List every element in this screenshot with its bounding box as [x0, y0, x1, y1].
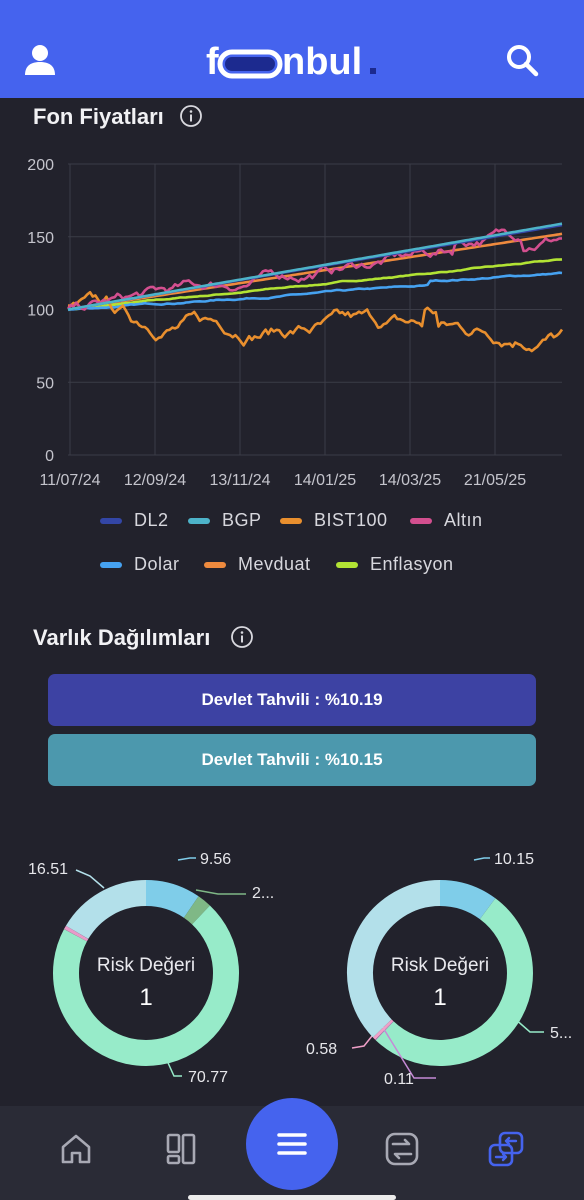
legend-label: BIST100	[314, 510, 388, 530]
legend-swatch	[336, 561, 358, 568]
legend-swatch	[100, 517, 122, 524]
x-tick-label: 21/05/25	[464, 472, 526, 489]
nav-compare-button[interactable]	[378, 1125, 426, 1173]
y-tick-label: 100	[27, 303, 54, 320]
legend-item-dolar[interactable]: Dolar	[100, 554, 180, 575]
home-icon	[61, 1134, 91, 1164]
svg-text:nbul: nbul	[282, 41, 362, 83]
fonbul-logo: f nbul	[206, 38, 378, 84]
x-tick-label: 14/03/25	[379, 472, 441, 489]
home-indicator	[188, 1195, 396, 1200]
legend-swatch	[280, 517, 302, 524]
dashboard-icon	[166, 1133, 196, 1165]
risk-donut-chart-1[interactable]: 9.56 2... 70.77 16.51 Risk Değeri 1	[0, 820, 290, 1120]
donut-label-leader	[177, 857, 196, 861]
legend-label: Altın	[444, 510, 483, 530]
search-button[interactable]	[494, 32, 550, 88]
legend-label: Dolar	[134, 554, 180, 574]
nav-dashboard-button[interactable]	[157, 1125, 205, 1173]
legend-label: Enflasyon	[370, 554, 454, 574]
profile-button[interactable]	[12, 32, 68, 88]
legend-item-altın[interactable]: Altın	[410, 510, 483, 531]
donut-segment[interactable]	[375, 898, 533, 1066]
legend-item-dl2[interactable]: DL2	[100, 510, 169, 531]
risk-title: Risk Değeri	[391, 955, 489, 976]
nav-swap-button[interactable]	[482, 1125, 530, 1173]
risk-value: 1	[139, 984, 152, 1011]
legend-item-bist100[interactable]: BIST100	[280, 510, 388, 531]
compare-icon	[385, 1132, 419, 1166]
menu-button[interactable]	[246, 1098, 338, 1190]
legend-label: Mevduat	[238, 554, 311, 574]
svg-text:f: f	[206, 41, 219, 83]
series-line-mevduat	[67, 232, 563, 311]
nav-home-button[interactable]	[52, 1125, 100, 1173]
search-icon	[507, 45, 539, 77]
donut-segment-label: 0.11	[384, 1071, 414, 1088]
y-tick-label: 0	[45, 448, 54, 465]
user-icon	[25, 45, 55, 75]
legend-label: BGP	[222, 510, 262, 530]
asset-allocation-bar-2[interactable]: Devlet Tahvili : %10.15	[48, 734, 536, 786]
donut-segment-label: 70.77	[188, 1069, 228, 1086]
legend-item-mevduat[interactable]: Mevduat	[204, 554, 311, 575]
fund-prices-title: Fon Fiyatları	[33, 104, 164, 129]
donut-segment-label: 10.15	[494, 851, 534, 868]
info-circle-icon[interactable]	[230, 625, 254, 649]
legend-label: DL2	[134, 510, 169, 530]
donut-segment[interactable]	[65, 880, 147, 940]
fund-price-chart[interactable]: 0 50 100 150 200 11/07/24 12/09/24 13/11/24 14/0…	[0, 140, 584, 500]
donut-segment[interactable]	[439, 880, 496, 920]
donut-segment-label: 2...	[252, 885, 274, 902]
x-tick-label: 13/11/24	[209, 472, 270, 489]
donut-segment-label: 5...	[550, 1025, 572, 1042]
risk-donut-chart-2[interactable]: 10.15 5... 0.11 0.58 Risk Değeri 1	[294, 820, 584, 1120]
menu-icon	[277, 1133, 307, 1155]
y-tick-label: 50	[36, 375, 54, 392]
legend-swatch	[100, 561, 122, 568]
risk-value: 1	[433, 984, 446, 1011]
donut-label-leader	[195, 889, 246, 895]
y-tick-label: 200	[27, 157, 54, 174]
series-line-dolar	[67, 271, 563, 312]
risk-title: Risk Değeri	[97, 955, 195, 976]
donut-segment-label: 0.58	[306, 1041, 337, 1058]
x-tick-label: 12/09/24	[124, 472, 186, 489]
donut-segment-label: 16.51	[28, 861, 68, 878]
legend-swatch	[188, 517, 210, 524]
chart-legend: DL2 BGP BIST100 Altın Dolar Mevduat Enflasyon	[0, 500, 584, 590]
info-circle-icon[interactable]	[179, 104, 203, 128]
donut-segment[interactable]	[145, 880, 199, 919]
asset-allocation-title: Varlık Dağılımları	[33, 625, 211, 650]
legend-swatch	[204, 561, 226, 568]
asset-allocation-bar-1[interactable]: Devlet Tahvili : %10.19	[48, 674, 536, 726]
app-header: f nbul	[0, 0, 584, 98]
donut-segment-label: 9.56	[200, 851, 231, 868]
legend-item-enflasyon[interactable]: Enflasyon	[336, 554, 454, 575]
donut-segment[interactable]	[183, 896, 210, 925]
y-tick-label: 150	[27, 230, 54, 247]
donut-segment[interactable]	[372, 1019, 394, 1040]
donut-label-leader	[473, 857, 490, 861]
swap-icon	[488, 1131, 524, 1167]
x-tick-label: 11/07/24	[39, 472, 100, 489]
donut-label-leader	[75, 869, 105, 889]
x-tick-label: 14/01/25	[294, 472, 356, 489]
donut-segment[interactable]	[64, 925, 89, 942]
legend-swatch	[410, 517, 432, 524]
legend-item-bgp[interactable]: BGP	[188, 510, 262, 531]
